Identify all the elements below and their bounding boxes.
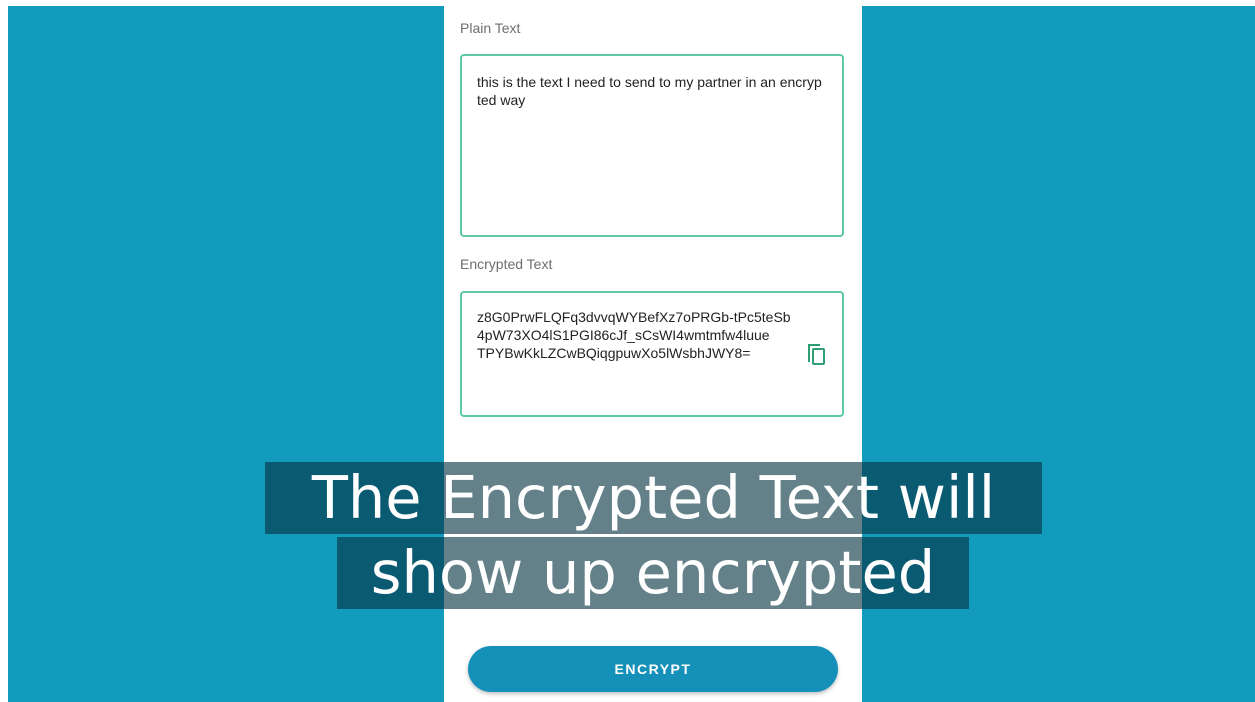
caption-line-1: The Encrypted Text will <box>265 462 1042 534</box>
copy-button[interactable] <box>805 341 829 367</box>
encrypted-text-field[interactable]: z8G0PrwFLQFq3dvvqWYBefXz7oPRGb-tPc5teSb4… <box>460 291 844 417</box>
plain-text-value[interactable]: this is the text I need to send to my pa… <box>477 73 822 109</box>
plain-text-field[interactable]: this is the text I need to send to my pa… <box>460 54 844 237</box>
encrypted-text-label: Encrypted Text <box>460 256 553 272</box>
caption-line-2: show up encrypted <box>337 537 969 609</box>
screen: Plain Text this is the text I need to se… <box>0 0 1255 702</box>
encrypt-button[interactable]: ENCRYPT <box>468 646 838 692</box>
plain-text-label: Plain Text <box>460 20 521 36</box>
copy-icon <box>808 344 825 365</box>
encrypted-text-value[interactable]: z8G0PrwFLQFq3dvvqWYBefXz7oPRGb-tPc5teSb4… <box>477 308 795 362</box>
